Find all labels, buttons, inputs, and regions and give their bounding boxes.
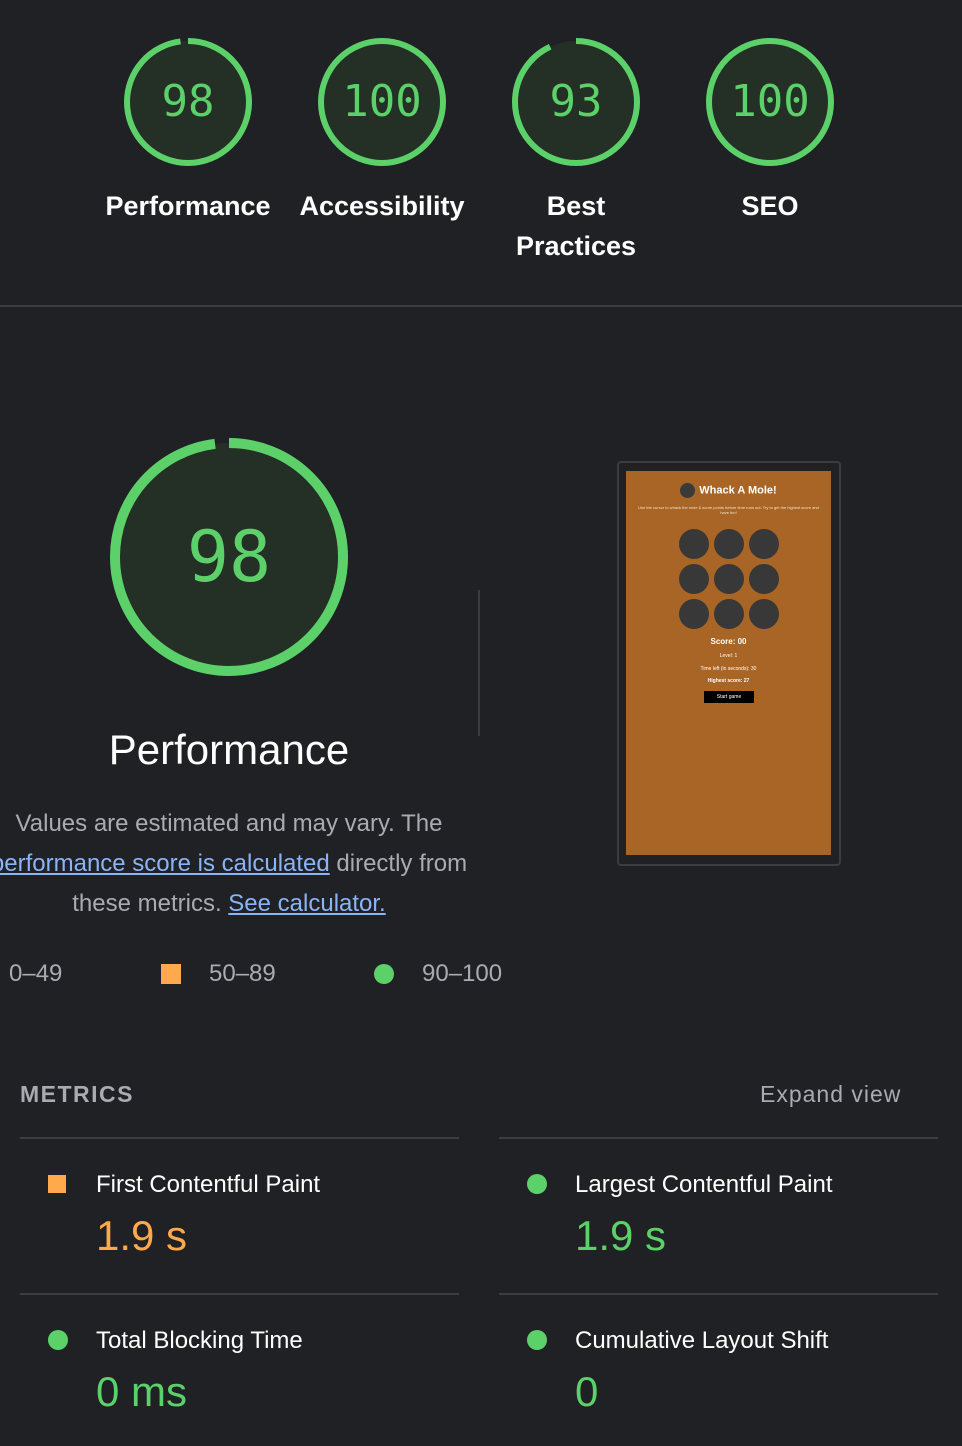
description-text: these metrics. xyxy=(72,890,229,917)
pass-circle-icon xyxy=(527,1174,547,1194)
game-instructions: Use the cursor to whack the mole & score… xyxy=(638,505,819,515)
metric-lcp-value: 1.9 s xyxy=(575,1212,667,1259)
pass-circle-icon xyxy=(374,964,394,984)
category-score: 93 xyxy=(549,76,603,127)
mole-hole xyxy=(714,564,744,594)
pass-circle-icon xyxy=(527,1330,547,1350)
game-title-text: Whack A Mole! xyxy=(699,484,777,497)
category-accessibility[interactable]: 100 Accessibility xyxy=(299,36,465,221)
game-time-left: Time left (in seconds): 30 xyxy=(700,666,757,672)
pass-circle-icon xyxy=(48,1330,68,1350)
category-score: 100 xyxy=(342,76,422,127)
game-level: Level: 1 xyxy=(719,653,738,659)
mole-hole xyxy=(679,599,709,629)
category-best-practices[interactable]: 93 Best Practices xyxy=(510,36,642,261)
mole-hole xyxy=(749,564,779,594)
game-title: Whack A Mole! xyxy=(626,483,831,498)
category-score: 100 xyxy=(730,76,810,127)
see-calculator-link[interactable]: See calculator. xyxy=(228,890,385,917)
category-label: Performance xyxy=(105,191,271,221)
legend-pass-range: 90–100 xyxy=(422,960,503,987)
category-label: Accessibility xyxy=(299,191,465,221)
avatar xyxy=(680,483,696,498)
category-seo[interactable]: 100 SEO xyxy=(704,36,836,221)
average-square-icon xyxy=(161,964,181,984)
mole-hole xyxy=(749,599,779,629)
category-score: 98 xyxy=(161,76,215,127)
metrics-divider xyxy=(499,1293,938,1295)
section-divider xyxy=(0,305,962,307)
game-highest-score: Highest score: 27 xyxy=(707,678,750,684)
legend-fail-range: 0–49 xyxy=(9,960,63,987)
description-text: directly from xyxy=(329,850,468,877)
description-text: Values are estimated and may vary. The xyxy=(15,810,443,837)
metric-fcp-value: 1.9 s xyxy=(96,1212,188,1259)
metrics-divider xyxy=(20,1293,459,1295)
performance-description: Values are estimated and may vary. The p… xyxy=(0,804,498,924)
metrics-heading: METRICS xyxy=(20,1081,134,1107)
performance-title: Performance xyxy=(108,726,350,773)
category-performance[interactable]: 98 Performance xyxy=(105,36,271,221)
vertical-divider xyxy=(478,590,480,736)
metric-tbt-name: Total Blocking Time xyxy=(96,1327,303,1354)
mole-hole xyxy=(679,529,709,559)
final-screenshot[interactable]: Whack A Mole! Use the cursor to whack th… xyxy=(626,471,831,855)
metric-cls-value: 0 xyxy=(575,1368,599,1415)
metric-lcp-name: Largest Contentful Paint xyxy=(575,1171,833,1198)
category-label: Best Practices xyxy=(515,191,637,261)
metric-tbt-value: 0 ms xyxy=(96,1368,188,1415)
score-calculation-link[interactable]: performance score is calculated xyxy=(0,850,330,877)
mole-hole xyxy=(714,599,744,629)
metrics-divider xyxy=(20,1137,459,1139)
metric-cls-name: Cumulative Layout Shift xyxy=(575,1327,829,1354)
mole-hole xyxy=(714,529,744,559)
expand-view-toggle[interactable]: Expand view xyxy=(760,1081,901,1108)
category-label: SEO xyxy=(741,191,799,221)
start-game-button[interactable]: Start game xyxy=(704,691,754,703)
game-score: Score: 00 xyxy=(710,637,747,646)
legend-average-range: 50–89 xyxy=(209,960,276,987)
performance-score: 98 xyxy=(186,516,272,598)
metric-fcp-name: First Contentful Paint xyxy=(96,1171,321,1198)
mole-hole xyxy=(679,564,709,594)
average-square-icon xyxy=(48,1175,66,1193)
metrics-divider xyxy=(499,1137,938,1139)
mole-hole xyxy=(749,529,779,559)
